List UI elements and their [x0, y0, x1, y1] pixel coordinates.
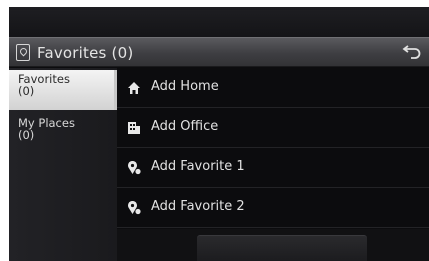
list-item-label: Add Favorite 1	[151, 159, 245, 174]
list-item-label: Add Favorite 2	[151, 199, 245, 214]
sidebar-item-my-places[interactable]: My Places (0)	[9, 114, 117, 154]
home-icon	[127, 80, 141, 94]
back-arrow-icon	[402, 45, 421, 59]
office-icon	[127, 120, 141, 134]
navigation-screen: Favorites (0) Favorites (0) My Places (0…	[9, 7, 429, 261]
page-title: Favorites (0)	[37, 44, 134, 62]
list-item-label: Add Home	[151, 79, 219, 94]
favorite-pin-icon	[127, 160, 141, 175]
category-sidebar: Favorites (0) My Places (0)	[9, 68, 117, 261]
sidebar-item-count: (0)	[18, 128, 35, 142]
status-bar	[9, 7, 429, 37]
bottom-bar	[117, 229, 429, 261]
add-favorite-2-button[interactable]: Add Favorite 2	[117, 188, 429, 228]
add-office-button[interactable]: Add Office	[117, 108, 429, 148]
favorites-pin-icon	[16, 44, 30, 61]
list-item-label: Add Office	[151, 119, 219, 134]
add-favorite-1-button[interactable]: Add Favorite 1	[117, 148, 429, 188]
back-button[interactable]	[401, 43, 423, 63]
sidebar-item-favorites[interactable]: Favorites (0)	[9, 70, 117, 110]
bottom-action-button[interactable]	[197, 235, 367, 261]
add-home-button[interactable]: Add Home	[117, 68, 429, 108]
favorite-pin-icon	[127, 200, 141, 215]
favorites-header: Favorites (0)	[9, 37, 429, 67]
sidebar-item-count: (0)	[18, 84, 35, 98]
